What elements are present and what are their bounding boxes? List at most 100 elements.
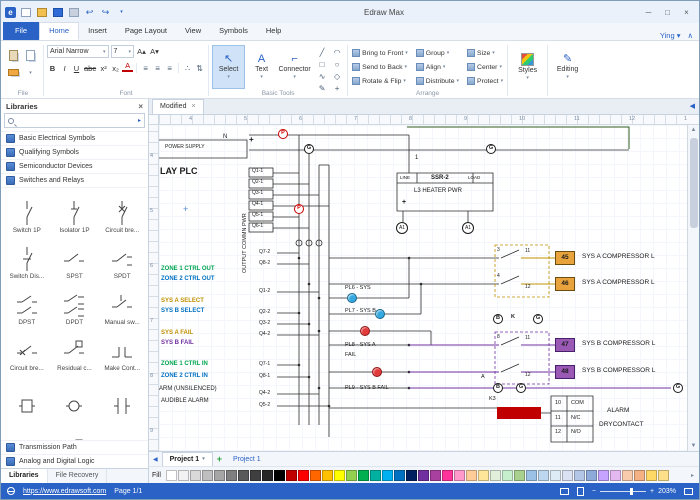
palette-color[interactable] xyxy=(250,470,261,481)
qat-customize-icon[interactable]: ▾ xyxy=(115,6,128,19)
clipboard-more-button[interactable]: ▾ xyxy=(23,65,38,80)
palette-color[interactable] xyxy=(514,470,525,481)
symbol-search-box[interactable]: ▸ xyxy=(4,113,145,128)
library-symbol-switch-1p[interactable]: Switch 1P xyxy=(3,189,51,235)
minimize-button[interactable]: ─ xyxy=(640,5,657,20)
palette-color[interactable] xyxy=(370,470,381,481)
palette-color[interactable] xyxy=(298,470,309,481)
scrollbar-thumb[interactable] xyxy=(690,138,698,228)
save-icon[interactable] xyxy=(51,6,64,19)
library-symbol-relay-coil-round[interactable] xyxy=(51,373,99,419)
print-icon[interactable] xyxy=(67,6,80,19)
library-symbol-circuit-bre[interactable]: Circuit bre... xyxy=(3,327,51,373)
tab-insert[interactable]: Insert xyxy=(79,22,116,40)
collapse-ribbon-icon[interactable]: ∧ xyxy=(688,31,694,40)
align-left-icon[interactable]: ≡ xyxy=(140,62,151,74)
font-style-button-4[interactable]: x² xyxy=(98,62,109,74)
library-section-switches-and-relays[interactable]: Switches and Relays xyxy=(1,173,148,187)
palette-color[interactable] xyxy=(598,470,609,481)
undo-icon[interactable]: ↩ xyxy=(83,6,96,19)
vertical-scrollbar[interactable]: ▲ ▼ xyxy=(687,125,699,451)
website-link[interactable]: https://www.edrawsoft.com xyxy=(23,488,106,495)
add-page-button[interactable]: + xyxy=(213,454,226,464)
palette-color[interactable] xyxy=(262,470,273,481)
bring-to-front-button[interactable]: Bring to Front▾ xyxy=(351,46,409,60)
palette-color[interactable] xyxy=(406,470,417,481)
library-section-transmission-path[interactable]: Transmission Path xyxy=(1,440,148,454)
center-button[interactable]: Center▾ xyxy=(466,60,504,74)
palette-color[interactable] xyxy=(562,470,573,481)
connector-tool-button[interactable]: ⌐Connector▾ xyxy=(278,45,311,89)
align-center-icon[interactable]: ≡ xyxy=(152,62,163,74)
tab-view[interactable]: View xyxy=(176,22,210,40)
line-spacing-icon[interactable]: ⇅ xyxy=(194,62,205,74)
open-file-icon[interactable] xyxy=(35,6,48,19)
tab-libraries[interactable]: Libraries xyxy=(1,469,48,483)
library-symbol-contactor[interactable] xyxy=(98,373,146,419)
close-button[interactable]: × xyxy=(678,5,695,20)
user-menu[interactable]: Ying ▾ xyxy=(660,31,681,40)
protect-button[interactable]: Protect▾ xyxy=(466,74,504,88)
palette-color[interactable] xyxy=(166,470,177,481)
zoom-slider[interactable] xyxy=(600,491,646,492)
panel-close-icon[interactable]: × xyxy=(138,102,143,111)
redo-icon[interactable]: ↪ xyxy=(99,6,112,19)
palette-color[interactable] xyxy=(190,470,201,481)
library-symbol-switch-dis[interactable]: Switch Dis... xyxy=(3,235,51,281)
arc-tool-icon[interactable]: ◠ xyxy=(330,47,344,58)
document-tab-modified[interactable]: Modified × xyxy=(152,99,204,114)
palette-color[interactable] xyxy=(442,470,453,481)
page-tab-second[interactable]: Project 1 xyxy=(226,453,268,466)
palette-color[interactable] xyxy=(634,470,645,481)
align-right-icon[interactable]: ≡ xyxy=(164,62,175,74)
font-style-button-6[interactable]: A xyxy=(122,62,133,72)
palette-color[interactable] xyxy=(658,470,669,481)
polygon-tool-icon[interactable]: ◇ xyxy=(330,71,344,82)
full-screen-icon[interactable] xyxy=(684,488,693,495)
palette-color[interactable] xyxy=(346,470,357,481)
grow-font-button[interactable]: A▴ xyxy=(136,46,147,58)
palette-color[interactable] xyxy=(550,470,561,481)
size-button[interactable]: Size▾ xyxy=(466,46,504,60)
freeform-tool-icon[interactable]: ∿ xyxy=(315,71,329,82)
editing-button[interactable]: ✎ Editing ▾ xyxy=(551,45,584,89)
scroll-up-icon[interactable]: ▲ xyxy=(691,125,697,135)
text-tool-button[interactable]: AText▾ xyxy=(245,45,278,89)
library-symbol-rccb[interactable] xyxy=(51,419,99,440)
palette-color[interactable] xyxy=(574,470,585,481)
palette-color[interactable] xyxy=(310,470,321,481)
library-symbol-make-cont[interactable]: Make Cont... xyxy=(98,327,146,373)
collapse-panel-icon[interactable]: ◀ xyxy=(686,99,699,114)
fit-page-icon[interactable] xyxy=(560,488,569,495)
select-tool-button[interactable]: ↖Select▾ xyxy=(212,45,245,89)
palette-color[interactable] xyxy=(202,470,213,481)
close-tab-icon[interactable]: × xyxy=(191,100,195,114)
copy-button[interactable] xyxy=(23,48,38,63)
tab-page-layout[interactable]: Page Layout xyxy=(116,22,176,40)
palette-color[interactable] xyxy=(286,470,297,481)
scroll-down-icon[interactable]: ▼ xyxy=(691,441,697,451)
palette-color[interactable] xyxy=(334,470,345,481)
format-painter-button[interactable] xyxy=(6,65,21,80)
palette-color[interactable] xyxy=(418,470,429,481)
zoom-slider-thumb[interactable] xyxy=(630,488,633,495)
library-section-semiconductor-devices[interactable]: Semiconductor Devices xyxy=(1,159,148,173)
distribute-button[interactable]: Distribute▾ xyxy=(415,74,460,88)
palette-color[interactable] xyxy=(214,470,225,481)
rotate-flip-button[interactable]: Rotate & Flip▾ xyxy=(351,74,409,88)
library-symbol-dpst[interactable]: DPST xyxy=(3,281,51,327)
palette-color[interactable] xyxy=(622,470,633,481)
palette-color[interactable] xyxy=(322,470,333,481)
library-section-basic-electrical-symbols[interactable]: Basic Electrical Symbols xyxy=(1,131,148,145)
palette-color[interactable] xyxy=(646,470,657,481)
palette-color[interactable] xyxy=(238,470,249,481)
fit-width-icon[interactable] xyxy=(577,487,584,496)
align-button[interactable]: Align▾ xyxy=(415,60,460,74)
library-symbol-manual-sw[interactable]: Manual sw... xyxy=(98,281,146,327)
palette-color[interactable] xyxy=(538,470,549,481)
palette-color[interactable] xyxy=(274,470,285,481)
styles-button[interactable]: Styles ▾ xyxy=(511,45,544,89)
search-input[interactable] xyxy=(17,117,135,124)
library-symbol-spdt[interactable] xyxy=(98,419,146,440)
library-symbol-isolator-1p[interactable]: Isolator 1P xyxy=(51,189,99,235)
